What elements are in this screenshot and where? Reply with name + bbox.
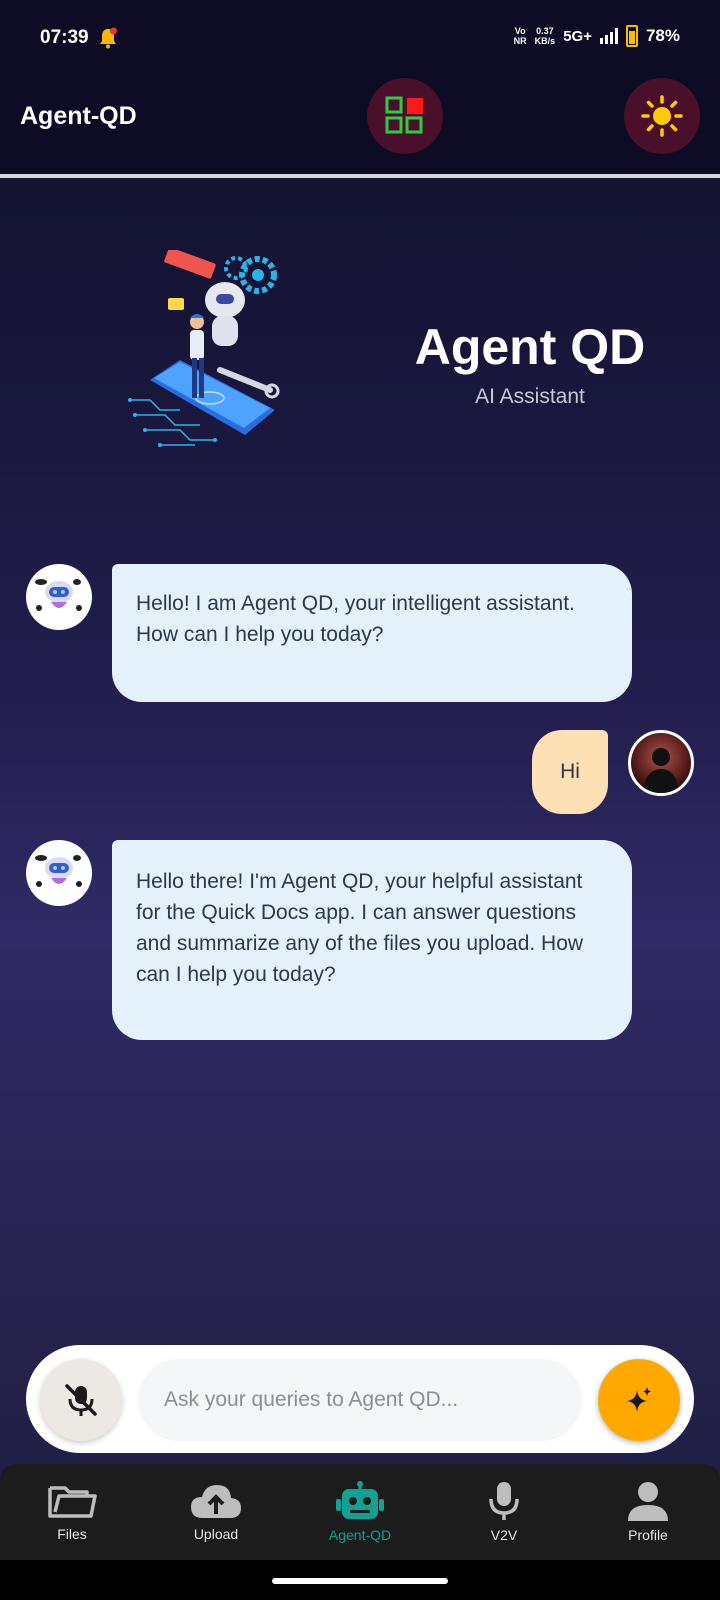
nav-files-label: Files [57,1526,87,1542]
chat-input-bar [26,1345,694,1453]
bot-message-1: Hello! I am Agent QD, your intelligent a… [112,564,632,702]
home-indicator[interactable] [272,1578,448,1584]
query-input[interactable] [138,1359,582,1441]
nav-v2v[interactable]: V2V [432,1464,576,1560]
signal-type: 5G+ [563,27,592,45]
user-message-1: Hi [532,730,608,814]
bot-avatar [26,564,92,630]
system-navigation-area [0,1560,720,1600]
send-button[interactable] [598,1359,680,1441]
robot-icon [336,1481,384,1519]
sun-icon [641,95,683,137]
nav-profile-label: Profile [628,1527,668,1543]
bot-message-2: Hello there! I'm Agent QD, your helpful … [112,840,632,1040]
status-indicators: Vo NR 0.37 KB/s 5G+ 78% [514,25,680,47]
cloud-upload-icon [191,1485,241,1518]
hero-subtitle: AI Assistant [475,385,585,408]
person-icon [628,1482,668,1521]
app-bar: Agent-QD [0,78,720,174]
user-avatar [628,730,694,796]
nav-agent-qd[interactable]: Agent-QD [288,1464,432,1560]
user-silhouette-icon [643,748,679,793]
battery-icon [625,25,638,47]
nav-agent-qd-label: Agent-QD [328,1527,392,1543]
app-bar-divider [0,174,720,178]
apps-button[interactable] [367,78,443,154]
bot-avatar-icon [35,579,82,611]
folder-icon [48,1486,97,1518]
status-bar: 07:39 Vo NR 0.37 KB/s 5G+ 78% [0,0,720,78]
sparkle-icon [627,1387,651,1412]
nav-upload-label: Upload [193,1526,239,1542]
hero-title: Agent QD [414,319,646,375]
mic-off-icon [65,1384,97,1416]
mic-toggle-button[interactable] [40,1359,122,1441]
nav-upload[interactable]: Upload [144,1464,288,1560]
signal-strength-icon [599,28,618,44]
microphone-icon [489,1482,519,1520]
app-title: Agent-QD [20,102,137,130]
nav-profile[interactable]: Profile [576,1464,720,1560]
bot-avatar [26,840,92,906]
notification-bell-icon [100,27,117,49]
robot-illustration [128,250,280,447]
status-time: 07:39 [40,27,89,48]
bot-avatar-icon [35,855,82,887]
user-message-text: Hi [560,760,580,783]
nav-v2v-label: V2V [490,1527,518,1543]
network-speed: 0.37 KB/s [534,26,556,46]
nav-files[interactable]: Files [0,1464,144,1560]
battery-level: 78% [645,26,680,45]
volte-indicator: Vo NR [513,26,527,46]
bottom-navigation: Files Upload Agent-QD V2V Profile [0,1464,720,1560]
apps-grid-icon [385,96,423,134]
theme-toggle-button[interactable] [624,78,700,154]
